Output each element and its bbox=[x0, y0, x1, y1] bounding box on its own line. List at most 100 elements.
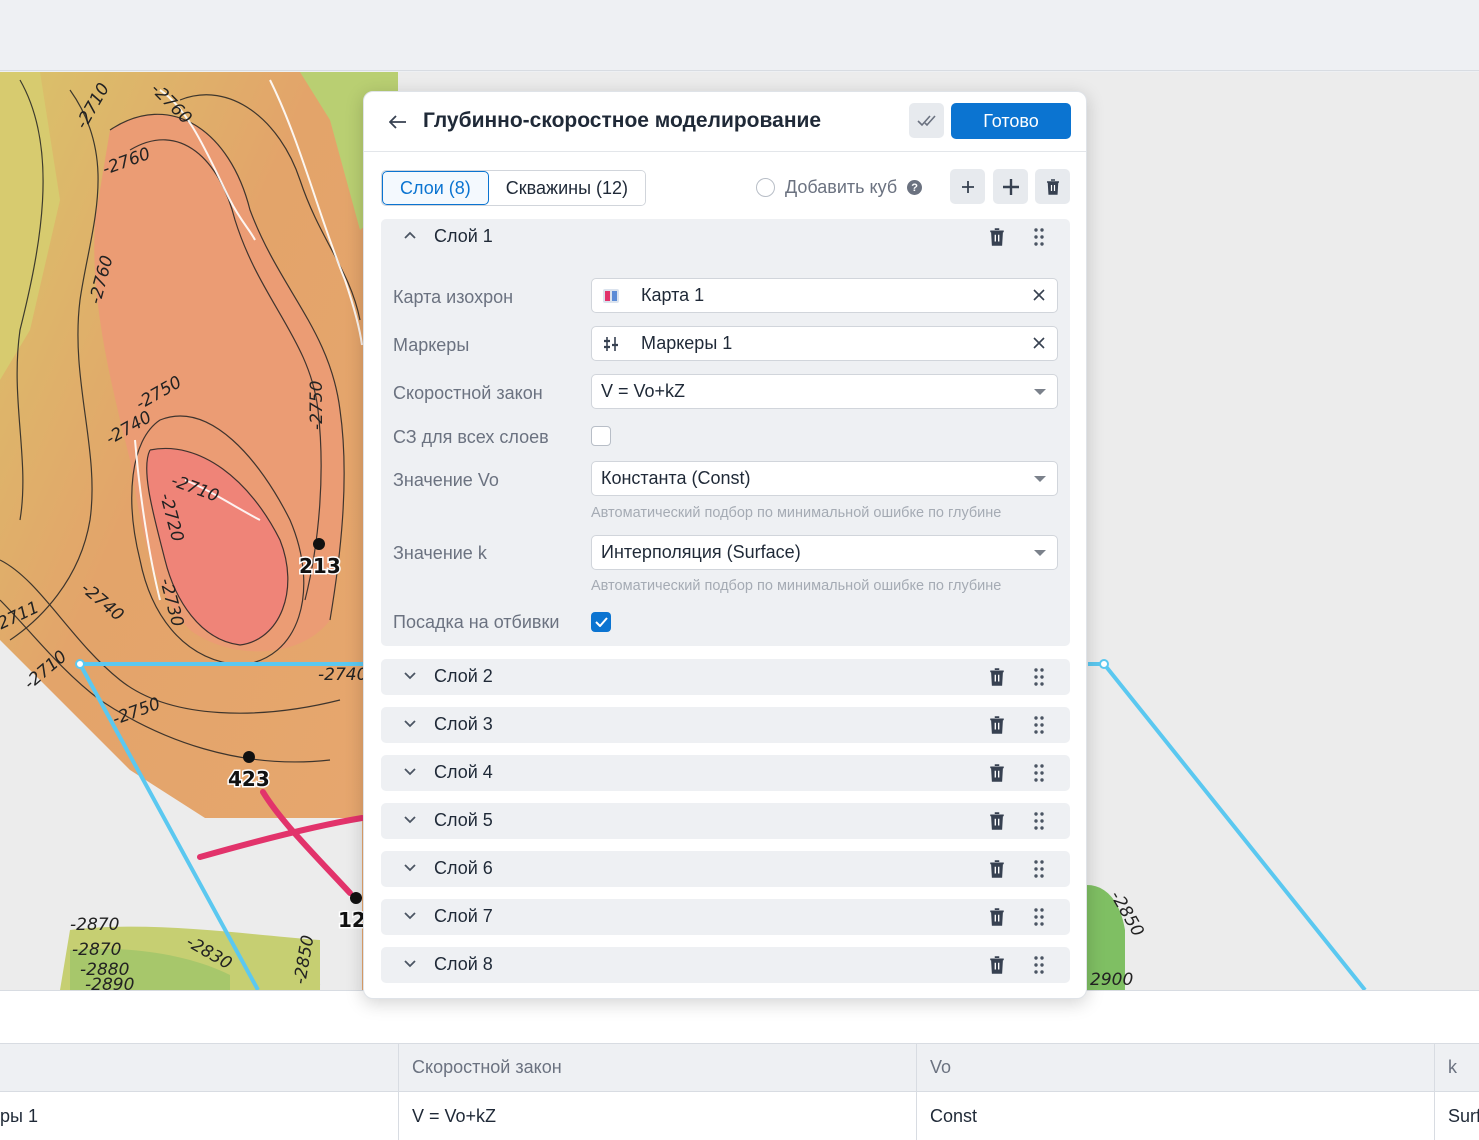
layer-name: Слой 6 bbox=[434, 858, 493, 878]
contour-label: -2870 bbox=[72, 940, 121, 960]
map-icon bbox=[603, 288, 619, 303]
layer-item-8[interactable]: Слой 8 bbox=[381, 947, 1070, 983]
field-label: Посадка на отбивки bbox=[393, 612, 560, 632]
table-row[interactable]: ры 1 V = Vo+kZ Const Surf bbox=[0, 1092, 1479, 1140]
dropdown-caret-icon[interactable] bbox=[1034, 476, 1046, 482]
drag-handle-icon[interactable] bbox=[1033, 907, 1045, 927]
layer-item-5[interactable]: Слой 5 bbox=[381, 803, 1070, 839]
done-button[interactable]: Готово bbox=[951, 103, 1071, 139]
select-value: Интерполяция (Surface) bbox=[601, 542, 801, 562]
select-value: Константа (Const) bbox=[601, 468, 751, 488]
layers-table: Скоростной закон Vo k ры 1 V = Vo+kZ Con… bbox=[0, 1043, 1479, 1140]
field-value: Карта 1 bbox=[641, 285, 705, 305]
layer-name: Слой 5 bbox=[434, 810, 493, 830]
table-header: Скоростной закон Vo k bbox=[0, 1043, 1479, 1092]
chevron-down-icon[interactable] bbox=[402, 811, 418, 827]
add-cube-checkbox[interactable] bbox=[756, 178, 775, 197]
clear-icon[interactable] bbox=[1031, 287, 1047, 303]
drag-handle-icon[interactable] bbox=[1033, 715, 1045, 735]
add-cube-label: Добавить куб bbox=[785, 177, 898, 197]
table-header-cell bbox=[0, 1044, 398, 1091]
table-cell: Const bbox=[916, 1092, 1434, 1140]
layer-item-1: Слой 1 Карта изохрон Карта 1 Маркеры Мар… bbox=[381, 219, 1070, 646]
chevron-down-icon[interactable] bbox=[402, 907, 418, 923]
velocity-law-select[interactable]: V = Vo+kZ bbox=[591, 374, 1058, 409]
field-label: Карта изохрон bbox=[393, 287, 514, 307]
trash-icon[interactable] bbox=[989, 956, 1005, 974]
add-cube-control[interactable]: Добавить куб ? bbox=[756, 177, 923, 198]
field-value: Маркеры 1 bbox=[641, 333, 733, 353]
layer-name: Слой 2 bbox=[434, 666, 493, 686]
trash-icon[interactable] bbox=[989, 908, 1005, 926]
layer-item-3[interactable]: Слой 3 bbox=[381, 707, 1070, 743]
field-label: Скоростной закон bbox=[393, 383, 543, 403]
clear-icon[interactable] bbox=[1031, 335, 1047, 351]
drag-handle-icon[interactable] bbox=[1033, 859, 1045, 879]
trash-icon[interactable] bbox=[989, 860, 1005, 878]
drag-handle-icon[interactable] bbox=[1033, 811, 1045, 831]
table-header-cell[interactable]: Скоростной закон bbox=[398, 1044, 916, 1091]
layer-header[interactable]: Слой 1 bbox=[381, 219, 1070, 255]
check-icon bbox=[594, 617, 608, 627]
well-label: 423 bbox=[228, 767, 270, 791]
chevron-down-icon[interactable] bbox=[402, 667, 418, 683]
layer-name: Слой 8 bbox=[434, 954, 493, 974]
well-label: 12 bbox=[338, 908, 366, 932]
k-hint: Автоматический подбор по минимальной оши… bbox=[591, 578, 1002, 594]
plus-icon bbox=[961, 180, 974, 193]
layer-item-4[interactable]: Слой 4 bbox=[381, 755, 1070, 791]
layer-name: Слой 1 bbox=[434, 226, 493, 246]
k-value-select[interactable]: Интерполяция (Surface) bbox=[591, 535, 1058, 570]
delete-all-button[interactable] bbox=[1035, 169, 1070, 204]
table-cell: Surf bbox=[1434, 1092, 1479, 1140]
trash-icon[interactable] bbox=[989, 812, 1005, 830]
drag-handle-icon[interactable] bbox=[1033, 763, 1045, 783]
chevron-down-icon[interactable] bbox=[402, 715, 418, 731]
layer-name: Слой 4 bbox=[434, 762, 493, 782]
add-intermediate-button[interactable] bbox=[993, 169, 1028, 204]
sz-all-layers-checkbox[interactable] bbox=[591, 426, 611, 446]
contour-label: -2740 bbox=[318, 665, 367, 685]
table-header-cell[interactable]: Vo bbox=[916, 1044, 1434, 1091]
contour-label: -2870 bbox=[70, 915, 119, 935]
markers-field[interactable]: Маркеры 1 bbox=[591, 326, 1058, 361]
vo-value-select[interactable]: Константа (Const) bbox=[591, 461, 1058, 496]
back-arrow-icon[interactable] bbox=[386, 110, 410, 134]
trash-icon[interactable] bbox=[989, 716, 1005, 734]
dropdown-caret-icon[interactable] bbox=[1034, 389, 1046, 395]
insert-icon bbox=[1002, 178, 1019, 195]
trash-icon[interactable] bbox=[989, 764, 1005, 782]
chevron-down-icon[interactable] bbox=[402, 955, 418, 971]
layer-name: Слой 3 bbox=[434, 714, 493, 734]
select-value: V = Vo+kZ bbox=[601, 381, 686, 401]
chevron-down-icon[interactable] bbox=[402, 763, 418, 779]
layer-item-2[interactable]: Слой 2 bbox=[381, 659, 1070, 695]
field-label: СЗ для всех слоев bbox=[393, 427, 549, 447]
table-header-cell[interactable]: k bbox=[1434, 1044, 1479, 1091]
isochron-map-field[interactable]: Карта 1 bbox=[591, 278, 1058, 313]
contour-label: -2750 bbox=[307, 381, 327, 430]
panel-tabs: Слои (8) Скважины (12) bbox=[381, 170, 647, 206]
dropdown-caret-icon[interactable] bbox=[1034, 550, 1046, 556]
top-toolbar bbox=[0, 0, 1479, 71]
trash-icon[interactable] bbox=[989, 228, 1005, 246]
layer-item-7[interactable]: Слой 7 bbox=[381, 899, 1070, 935]
drag-handle-icon[interactable] bbox=[1033, 955, 1045, 975]
fit-to-picks-checkbox[interactable] bbox=[591, 612, 611, 632]
drag-handle-icon[interactable] bbox=[1033, 667, 1045, 687]
tab-layers[interactable]: Слои (8) bbox=[382, 171, 489, 205]
field-label: Значение k bbox=[393, 543, 487, 563]
panel-title: Глубинно-скоростное моделирование bbox=[423, 109, 822, 132]
double-check-button[interactable] bbox=[909, 103, 944, 138]
help-icon[interactable]: ? bbox=[907, 180, 923, 195]
layer-item-6[interactable]: Слой 6 bbox=[381, 851, 1070, 887]
add-button[interactable] bbox=[950, 169, 985, 204]
chevron-up-icon[interactable] bbox=[402, 227, 418, 243]
markers-icon bbox=[604, 336, 618, 351]
tab-wells[interactable]: Скважины (12) bbox=[488, 171, 646, 205]
vo-hint: Автоматический подбор по минимальной оши… bbox=[591, 505, 1002, 521]
trash-icon[interactable] bbox=[989, 668, 1005, 686]
field-label: Значение Vo bbox=[393, 470, 499, 490]
chevron-down-icon[interactable] bbox=[402, 859, 418, 875]
drag-handle-icon[interactable] bbox=[1033, 227, 1045, 247]
